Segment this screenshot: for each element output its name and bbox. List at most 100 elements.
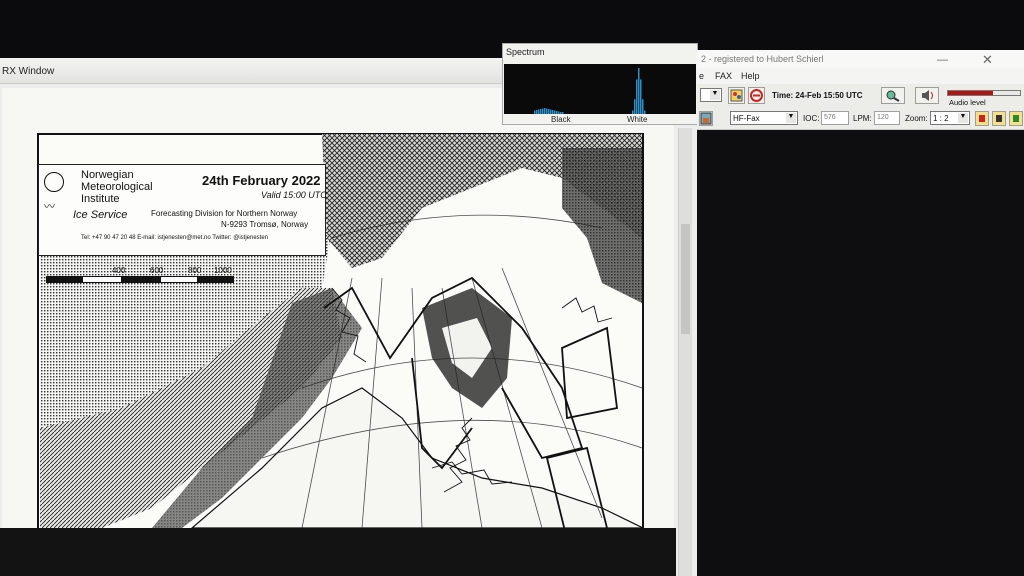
scale-segment xyxy=(46,276,82,283)
menu-item-edit[interactable]: e xyxy=(699,71,704,81)
close-icon[interactable]: ✕ xyxy=(982,52,993,68)
spectrum-plot xyxy=(504,64,696,114)
play-icon xyxy=(1013,115,1019,122)
ioc-label: IOC: xyxy=(803,114,820,123)
spectrum-bar xyxy=(534,110,536,114)
spectrum-window: Spectrum Black White xyxy=(502,43,698,125)
no-entry-icon xyxy=(750,89,763,102)
minimize-icon[interactable]: — xyxy=(937,54,948,66)
chevron-down-icon: ▼ xyxy=(710,90,720,100)
address: N-9293 Tromsø, Norway xyxy=(221,220,309,229)
main-titlebar[interactable]: 2 - registered to Hubert Schierl — ✕ xyxy=(697,50,1024,68)
spectrum-bar xyxy=(550,109,552,114)
audio-level-meter xyxy=(947,90,1021,96)
spectrum-bar xyxy=(636,79,638,114)
spectrum-white-label: White xyxy=(627,115,648,124)
spectrum-bar xyxy=(538,109,540,114)
rx-window: RX Window 〰 Norwegian Meteorological Ins… xyxy=(0,58,700,576)
lpm-input[interactable]: 120 xyxy=(874,111,900,125)
scale-segment xyxy=(122,276,160,283)
audio-level-fill xyxy=(948,91,993,95)
spectrum-bar xyxy=(536,110,538,114)
ioc-input[interactable]: 576 xyxy=(821,111,849,125)
spectrum-bar xyxy=(562,112,564,114)
toolbar-top: ▼ Time: 24-Feb 15:50 UTC Audio level xyxy=(697,84,1024,108)
scroll-thumb[interactable] xyxy=(681,224,690,334)
pause-button[interactable] xyxy=(992,111,1006,126)
zoom-label: Zoom: xyxy=(905,114,928,123)
magnifier-icon xyxy=(886,90,900,102)
record-button[interactable] xyxy=(975,111,989,126)
ice-chart-map xyxy=(37,133,644,528)
zoom-value: 1 : 2 xyxy=(933,114,949,123)
play-button[interactable] xyxy=(1009,111,1023,126)
source-dropdown[interactable]: ▼ xyxy=(700,88,722,102)
spectrum-bar xyxy=(640,79,642,114)
record-icon xyxy=(979,115,985,122)
spectrum-bar xyxy=(542,108,544,114)
scale-segment xyxy=(160,276,198,283)
contact-info: Tel: +47 90 47 20 48 E-mail: istjenesten… xyxy=(81,235,269,241)
scale-label-400: 400 xyxy=(112,266,126,275)
scale-segment xyxy=(82,276,122,283)
settings-button[interactable] xyxy=(728,87,745,104)
main-app-window: 2 - registered to Hubert Schierl — ✕ e F… xyxy=(697,50,1024,576)
ioc-value: 576 xyxy=(824,114,836,121)
menu-item-help[interactable]: Help xyxy=(741,71,760,81)
mode-value: HF-Fax xyxy=(733,114,760,123)
org-name-line3: Institute xyxy=(81,193,120,205)
service-name: Ice Service xyxy=(73,209,128,221)
spectrum-bar xyxy=(546,108,548,114)
scale-bar: 400 600 800 1000 km xyxy=(46,266,234,290)
main-window-title: 2 - registered to Hubert Schierl xyxy=(701,54,824,64)
rx-bottom-area xyxy=(0,528,676,576)
spectrum-bar xyxy=(644,110,646,114)
spectrum-bar xyxy=(638,68,640,114)
menubar: e FAX Help xyxy=(697,68,1024,84)
spectrum-bar xyxy=(540,109,542,114)
rx-window-title: RX Window xyxy=(2,66,55,77)
palette-icon xyxy=(730,89,743,102)
mode-dropdown[interactable]: HF-Fax ▼ xyxy=(730,111,798,125)
org-name-line2: Meteorological xyxy=(81,181,153,193)
image-button[interactable] xyxy=(699,111,713,126)
spectrum-bar xyxy=(558,111,560,114)
stop-button[interactable] xyxy=(748,87,765,104)
chart-date: 24th February 2022 xyxy=(202,173,321,188)
fax-image-canvas[interactable]: 〰 Norwegian Meteorological Institute Ice… xyxy=(2,88,674,528)
spectrum-bar xyxy=(544,108,546,114)
spectrum-bar xyxy=(554,110,556,114)
slant-button[interactable] xyxy=(881,87,905,104)
audio-level-label: Audio level xyxy=(949,98,986,107)
wave-icon: 〰 xyxy=(44,201,55,213)
spectrum-bar xyxy=(552,110,554,114)
lpm-value: 120 xyxy=(877,114,889,121)
menu-item-fax[interactable]: FAX xyxy=(715,71,732,81)
chevron-down-icon: ▼ xyxy=(786,113,796,123)
picture-icon xyxy=(700,112,712,125)
spectrum-bar xyxy=(642,99,644,114)
scale-label-800: 800 xyxy=(188,266,202,275)
chart-legend-box: 〰 Norwegian Meteorological Institute Ice… xyxy=(38,164,327,256)
spectrum-bar xyxy=(560,112,562,114)
speaker-icon xyxy=(922,90,933,101)
toolbar-bottom: HF-Fax ▼ IOC: 576 LPM: 120 Zoom: 1 : 2 ▼ xyxy=(697,108,1024,130)
spectrum-bar xyxy=(632,110,634,114)
rx-vertical-scrollbar[interactable] xyxy=(678,128,692,576)
lpm-label: LPM: xyxy=(853,114,872,123)
scale-label-600: 600 xyxy=(150,266,164,275)
org-name-line1: Norwegian xyxy=(81,169,134,181)
stop-square-icon xyxy=(996,115,1002,122)
audio-button[interactable] xyxy=(915,87,939,104)
division-name: Forecasting Division for Northern Norway xyxy=(151,209,298,218)
spectrum-bar xyxy=(556,111,558,114)
scale-label-1000km: 1000 km xyxy=(214,266,232,284)
spectrum-bar xyxy=(548,109,550,114)
valid-time: Valid 15:00 UTC xyxy=(261,190,327,200)
met-institute-logo xyxy=(44,172,64,192)
chevron-down-icon: ▼ xyxy=(958,113,968,123)
zoom-dropdown[interactable]: 1 : 2 ▼ xyxy=(930,111,970,125)
spectrum-bar xyxy=(634,99,636,114)
spectrum-title: Spectrum xyxy=(506,47,545,57)
time-display: Time: 24-Feb 15:50 UTC xyxy=(772,91,863,100)
